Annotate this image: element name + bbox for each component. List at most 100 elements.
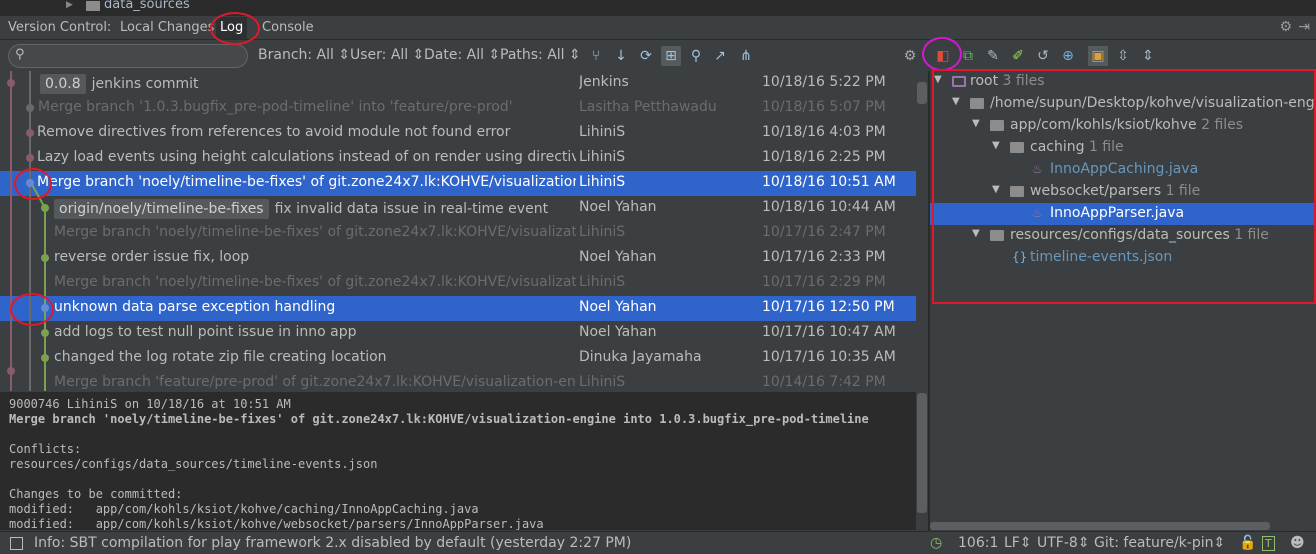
commit-subject: reverse order issue fix, loop (54, 249, 250, 265)
tool-windows-icon[interactable] (10, 537, 23, 550)
commit-author: LihiniS (579, 374, 626, 390)
branch-graph-icon[interactable]: ⑂ (586, 46, 606, 66)
search-input[interactable]: ⚲ (8, 44, 248, 68)
commit-row[interactable]: Remove directives from references to avo… (0, 121, 916, 146)
commit-message: Merge branch 'feature/pre-prod' of git.z… (54, 374, 576, 390)
caret-position[interactable]: 106:1 (958, 535, 998, 551)
log-scrollbar[interactable] (916, 81, 928, 391)
commit-subject: Merge branch 'feature/pre-prod' of git.z… (54, 374, 576, 390)
file-encoding[interactable]: UTF-8⇕ (1037, 535, 1090, 551)
search-icon: ⚲ (15, 47, 25, 62)
goto-hash-icon[interactable]: ↗ (710, 46, 730, 66)
typo-icon[interactable]: T (1262, 536, 1275, 551)
details-scrollbar-thumb[interactable] (917, 393, 927, 513)
commit-subject: Merge branch 'noely/timeline-be-fixes' o… (37, 174, 576, 190)
group-by-directory-icon[interactable]: ▣ (1088, 46, 1108, 66)
commit-row[interactable]: Merge branch 'noely/timeline-be-fixes' o… (0, 271, 916, 296)
annotation-circle-merge-commit (14, 168, 52, 200)
commit-author: LihiniS (579, 224, 626, 240)
commit-author: Jenkins (579, 74, 629, 90)
commit-message: Lazy load events using height calculatio… (37, 149, 576, 165)
commit-node (41, 354, 49, 362)
collapse-all-icon[interactable]: ⇕ (1138, 46, 1158, 66)
commit-author: Dinuka Jayamaha (579, 349, 702, 365)
commit-date: 10/17/16 2:29 PM (762, 274, 886, 290)
log-scrollbar-thumb[interactable] (917, 82, 927, 104)
commit-graph (7, 71, 49, 391)
commit-subject: fix invalid data issue in real-time even… (274, 201, 549, 217)
status-bar: Info: SBT compilation for play framework… (0, 531, 1316, 554)
commit-subject: Merge branch '1.0.3.bugfix_pre-pod-timel… (38, 99, 513, 115)
commit-node (41, 204, 49, 212)
conflict-file: resources/configs/data_sources/timeline-… (9, 457, 378, 471)
commit-author: Noel Yahan (579, 299, 657, 315)
status-message[interactable]: Info: SBT compilation for play framework… (34, 535, 631, 551)
changes-toolbar: ◧ ⧉ ✎ ✐ ↺ ⊕ ▣ ⇳ ⇕ (930, 41, 1316, 71)
commit-author: Lasitha Petthawadu (579, 99, 717, 115)
commit-author: Noel Yahan (579, 324, 657, 340)
commit-row[interactable]: Merge branch 'noely/timeline-be-fixes' o… (0, 171, 916, 196)
changes-label: Changes to be committed: (9, 487, 183, 501)
gear-icon[interactable]: ⚙ (1279, 19, 1292, 35)
commit-date: 10/17/16 2:47 PM (762, 224, 886, 240)
commit-row[interactable]: Lazy load events using height calculatio… (0, 146, 916, 171)
commit-date: 10/17/16 12:50 PM (762, 299, 895, 315)
highlight-icon[interactable]: ⊞ (661, 46, 681, 66)
commit-details: 9000746 LihiniS on 10/18/16 at 10:51 AM … (0, 392, 916, 530)
commit-subject: unknown data parse exception handling (54, 299, 336, 315)
git-branch[interactable]: Git: feature/k-pin⇕ (1094, 535, 1225, 551)
commit-date: 10/18/16 5:07 PM (762, 99, 886, 115)
commit-header: 9000746 LihiniS on 10/18/16 at 10:51 AM (9, 397, 291, 411)
event-log-icon[interactable]: ◷ (930, 535, 942, 551)
commit-message: add logs to test null point issue in inn… (54, 324, 576, 340)
branch-filter[interactable]: Branch: All ⇕ (258, 47, 350, 63)
commit-date: 10/18/16 2:25 PM (762, 149, 886, 165)
commit-message: origin/noely/timeline-be-fixes fix invali… (54, 199, 576, 219)
commit-row[interactable]: 0.0.8 jenkins commit Jenkins 10/18/16 5:22 … (0, 71, 916, 96)
expand-all-icon[interactable]: ⇳ (1113, 46, 1133, 66)
hide-panel-icon[interactable]: ⇥ (1298, 19, 1310, 35)
lock-icon[interactable]: 🔓 (1239, 535, 1256, 551)
annotation-circle-log-tab (210, 12, 260, 45)
commit-subject: Lazy load events using height calculatio… (37, 149, 576, 165)
commit-row[interactable]: Merge branch 'noely/timeline-be-fixes' o… (0, 221, 916, 246)
modified-file: modified: app/com/kohls/ksiot/kohve/cach… (9, 502, 479, 516)
hector-icon[interactable]: ☻ (1290, 535, 1305, 551)
modified-file: modified: app/com/kohls/ksiot/kohve/webs… (9, 517, 544, 530)
user-filter[interactable]: User: All ⇕ (350, 47, 424, 63)
commit-row[interactable]: origin/noely/timeline-be-fixes fix invali… (0, 196, 916, 221)
tab-local-changes[interactable]: Local Changes (120, 20, 214, 35)
commit-message: Merge branch 'noely/timeline-be-fixes' o… (37, 174, 576, 190)
commit-row[interactable]: Merge branch '1.0.3.bugfix_pre-pod-timel… (0, 96, 916, 121)
commit-row[interactable]: Merge branch 'feature/pre-prod' of git.z… (0, 371, 916, 391)
ref-label: origin/noely/timeline-be-fixes (54, 199, 269, 219)
edit-source-icon[interactable]: ✎ (983, 46, 1003, 66)
date-filter[interactable]: Date: All ⇕ (424, 47, 500, 63)
commit-date: 10/18/16 4:03 PM (762, 124, 886, 140)
tree-horizontal-scrollbar[interactable] (930, 522, 1270, 530)
edit-icon[interactable]: ✐ (1008, 46, 1028, 66)
tree-icon[interactable]: ⋔ (736, 46, 756, 66)
commit-row[interactable]: unknown data parse exception handling Noe… (0, 296, 916, 321)
commit-date: 10/18/16 10:51 AM (762, 174, 896, 190)
conflicts-label: Conflicts: (9, 442, 82, 456)
commit-row[interactable]: changed the log rotate zip file creating… (0, 346, 916, 371)
tab-console[interactable]: Console (262, 20, 314, 35)
history-icon[interactable]: ↺ (1033, 46, 1053, 66)
commit-row[interactable]: reverse order issue fix, loop Noel Yahan 1… (0, 246, 916, 271)
line-separator[interactable]: LF⇕ (1004, 535, 1032, 551)
expand-arrow-icon[interactable]: ▶ (66, 0, 73, 10)
commit-row[interactable]: add logs to test null point issue in inn… (0, 321, 916, 346)
top-strip: ▶ data_sources (0, 0, 1316, 16)
settings-icon[interactable]: ⚙ (900, 46, 920, 66)
find-icon[interactable]: ⚲ (686, 46, 706, 66)
paths-filter[interactable]: Paths: All ⇕ (500, 47, 581, 63)
folder-icon (86, 1, 100, 11)
commit-node (41, 254, 49, 262)
annotation-box-changed-files (932, 69, 1316, 304)
new-branch-icon[interactable]: ⊕ (1058, 46, 1078, 66)
down-arrow-icon[interactable]: ↓ (611, 46, 631, 66)
refresh-icon[interactable]: ⟳ (636, 46, 656, 66)
commit-author: LihiniS (579, 174, 626, 190)
